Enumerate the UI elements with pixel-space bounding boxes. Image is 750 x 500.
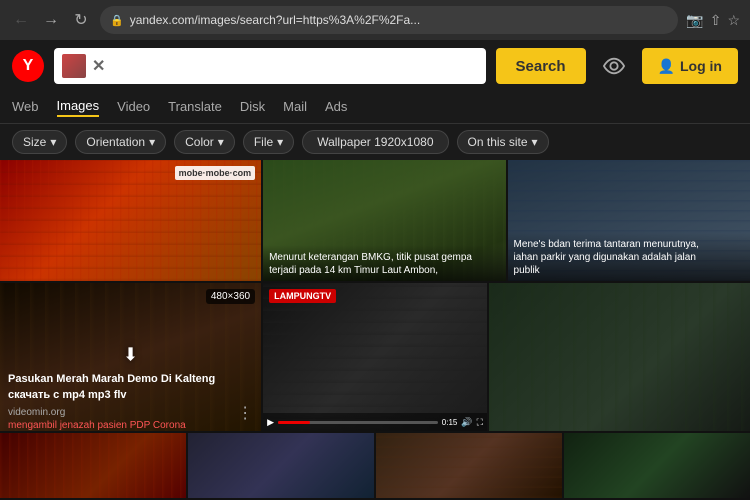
browser-actions: 📷 ⇧ ☆ bbox=[686, 12, 740, 29]
image-row-3 bbox=[0, 433, 750, 498]
lock-icon: 🔒 bbox=[110, 14, 124, 27]
image-row-2: ⬇ 480×360 Pasukan Merah Marah Demo Di Ka… bbox=[0, 283, 750, 431]
image-cell-row3-4[interactable] bbox=[564, 433, 750, 498]
browser-chrome: ← → ↻ 🔒 yandex.com/images/search?url=htt… bbox=[0, 0, 750, 40]
fullscreen-icon: ⛶ bbox=[477, 417, 483, 428]
tab-translate[interactable]: Translate bbox=[168, 99, 222, 116]
tab-disk[interactable]: Disk bbox=[240, 99, 265, 116]
share-icon[interactable]: ⇧ bbox=[710, 12, 722, 29]
image-caption-3: Mene's bdan terima tantaran menurutnya,i… bbox=[508, 232, 750, 281]
url-text: yandex.com/images/search?url=https%3A%2F… bbox=[130, 13, 669, 27]
image-cell-3[interactable]: Mene's bdan terima tantaran menurutnya,i… bbox=[508, 160, 750, 281]
play-icon: ▶ bbox=[267, 417, 274, 428]
image-cell-row3-3[interactable] bbox=[376, 433, 562, 498]
tab-mail[interactable]: Mail bbox=[283, 99, 307, 116]
image-cell-2[interactable]: Menurut keterangan BMKG, titik pusat gem… bbox=[263, 160, 505, 281]
chevron-down-icon: ▾ bbox=[50, 135, 56, 149]
cast-icon[interactable]: 📷 bbox=[686, 12, 703, 29]
image-cell-row3-1[interactable] bbox=[0, 433, 186, 498]
user-icon: 👤 bbox=[658, 58, 675, 75]
image-cell-lampung[interactable]: LAMPUNGTV ▶ 0:15 🔊 ⛶ bbox=[263, 283, 487, 431]
reload-button[interactable]: ↻ bbox=[70, 10, 92, 30]
url-bar[interactable]: 🔒 yandex.com/images/search?url=https%3A%… bbox=[100, 6, 678, 34]
yandex-logo: Y bbox=[12, 50, 44, 82]
yandex-header: Y ✕ Search 👤 Log in bbox=[0, 40, 750, 92]
resolution-badge: 480×360 bbox=[206, 289, 255, 304]
tab-web[interactable]: Web bbox=[12, 99, 39, 116]
card-source: videomin.org bbox=[8, 407, 253, 418]
progress-bar bbox=[278, 421, 438, 424]
chevron-down-icon: ▾ bbox=[277, 135, 283, 149]
size-filter[interactable]: Size ▾ bbox=[12, 130, 67, 154]
chevron-down-icon: ▾ bbox=[149, 135, 155, 149]
tab-video[interactable]: Video bbox=[117, 99, 150, 116]
search-button[interactable]: Search bbox=[496, 48, 586, 84]
camera-search-icon[interactable] bbox=[596, 48, 632, 84]
search-box[interactable]: ✕ bbox=[54, 48, 486, 84]
clear-search-button[interactable]: ✕ bbox=[92, 56, 105, 76]
image-caption-2: Menurut keterangan BMKG, titik pusat gem… bbox=[263, 245, 505, 281]
chevron-down-icon: ▾ bbox=[532, 135, 538, 149]
chevron-down-icon: ▾ bbox=[218, 135, 224, 149]
video-card-cell[interactable]: ⬇ 480×360 Pasukan Merah Marah Demo Di Ka… bbox=[0, 283, 261, 431]
filter-bar: Size ▾ Orientation ▾ Color ▾ File ▾ Wall… bbox=[0, 124, 750, 160]
tab-ads[interactable]: Ads bbox=[325, 99, 347, 116]
wallpaper-filter[interactable]: Wallpaper 1920x1080 bbox=[302, 130, 448, 154]
image-row-1: mobe·mobe·com Menurut keterangan BMKG, t… bbox=[0, 160, 750, 281]
back-button[interactable]: ← bbox=[10, 11, 32, 29]
image-grid: mobe·mobe·com Menurut keterangan BMKG, t… bbox=[0, 160, 750, 500]
tab-images[interactable]: Images bbox=[57, 98, 100, 117]
image-cell-1[interactable]: mobe·mobe·com bbox=[0, 160, 261, 281]
forward-button[interactable]: → bbox=[40, 11, 62, 29]
orientation-filter[interactable]: Orientation ▾ bbox=[75, 130, 166, 154]
card-info: Pasukan Merah Marah Demo Di Kalteng скач… bbox=[0, 364, 261, 431]
search-thumbnail bbox=[62, 54, 86, 78]
video-controls: ▶ 0:15 🔊 ⛶ bbox=[263, 413, 487, 431]
image-cell-row3-2[interactable] bbox=[188, 433, 374, 498]
file-filter[interactable]: File ▾ bbox=[243, 130, 294, 154]
lampung-badge: LAMPUNGTV bbox=[269, 289, 336, 303]
volume-icon: 🔊 bbox=[461, 417, 472, 428]
site-logo: mobe·mobe·com bbox=[175, 166, 256, 180]
card-highlight: mengambil jenazah pasien PDP Corona bbox=[8, 420, 253, 431]
bookmark-icon[interactable]: ☆ bbox=[727, 12, 740, 29]
image-cell-row2-3[interactable] bbox=[489, 283, 750, 431]
more-options-button[interactable]: ⋮ bbox=[237, 403, 253, 423]
nav-tabs: Web Images Video Translate Disk Mail Ads bbox=[0, 92, 750, 124]
card-title: Pasukan Merah Marah Demo Di Kalteng скач… bbox=[8, 372, 253, 403]
site-filter[interactable]: On this site ▾ bbox=[457, 130, 549, 154]
color-filter[interactable]: Color ▾ bbox=[174, 130, 235, 154]
login-button[interactable]: 👤 Log in bbox=[642, 48, 738, 84]
